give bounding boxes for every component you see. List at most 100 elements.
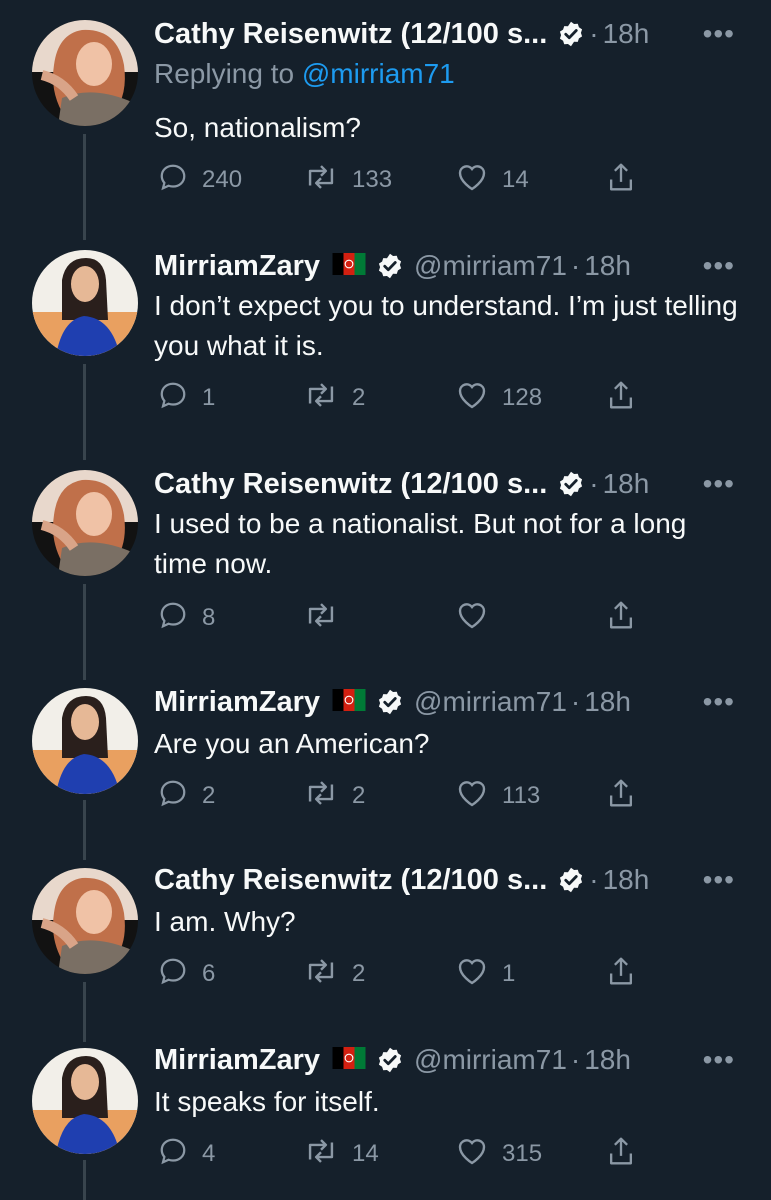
- tweet-actions: 6 2 1: [154, 954, 654, 994]
- heart-icon: [456, 956, 502, 993]
- tweet[interactable]: MirriamZary @mirriam71 · 18h ••• I don’t…: [0, 240, 771, 460]
- separator: ·: [589, 468, 599, 499]
- reply-button[interactable]: 4: [158, 1134, 215, 1174]
- retweet-count: 14: [352, 1140, 379, 1167]
- retweet-button[interactable]: [304, 598, 352, 638]
- heart-icon: [456, 380, 502, 417]
- share-button[interactable]: [606, 1134, 650, 1174]
- avatar[interactable]: [32, 470, 138, 576]
- like-button[interactable]: 1: [456, 954, 515, 994]
- display-name[interactable]: MirriamZary: [154, 686, 320, 719]
- reply-icon: [158, 380, 202, 417]
- tweet-header: MirriamZary @mirriam71 · 18h: [154, 246, 741, 286]
- verified-badge-icon: [376, 688, 404, 716]
- avatar[interactable]: [32, 20, 138, 126]
- share-button[interactable]: [606, 954, 650, 994]
- more-icon[interactable]: •••: [703, 864, 735, 896]
- timestamp[interactable]: 18h: [584, 686, 631, 718]
- verified-badge-icon: [376, 252, 404, 280]
- share-icon: [606, 1135, 650, 1174]
- reply-icon: [158, 1136, 202, 1173]
- display-name[interactable]: Cathy Reisenwitz (12/100 s...: [154, 18, 547, 51]
- tweet-actions: 2 2 113: [154, 776, 654, 816]
- retweet-button[interactable]: 2: [304, 954, 365, 994]
- tweet-text: I don’t expect you to understand. I’m ju…: [154, 290, 738, 361]
- avatar[interactable]: [32, 1048, 138, 1154]
- reply-button[interactable]: 1: [158, 378, 215, 418]
- reply-count: 1: [202, 384, 216, 411]
- display-name[interactable]: MirriamZary: [154, 250, 320, 283]
- like-button[interactable]: [456, 598, 502, 638]
- more-icon[interactable]: •••: [703, 18, 735, 50]
- like-button[interactable]: 14: [456, 160, 529, 200]
- retweet-button[interactable]: 133: [304, 160, 392, 200]
- more-icon[interactable]: •••: [703, 1044, 735, 1076]
- tweet-actions: 8: [154, 598, 654, 638]
- tweet-actions: 1 2 128: [154, 378, 654, 418]
- share-button[interactable]: [606, 776, 650, 816]
- more-icon[interactable]: •••: [703, 250, 735, 282]
- reply-count: 6: [202, 960, 216, 987]
- user-handle[interactable]: @mirriam71: [414, 250, 567, 282]
- display-name[interactable]: MirriamZary: [154, 1044, 320, 1077]
- like-button[interactable]: 315: [456, 1134, 542, 1174]
- reply-icon: [158, 162, 202, 199]
- like-button[interactable]: 128: [456, 378, 542, 418]
- like-button[interactable]: 113: [456, 776, 540, 816]
- avatar[interactable]: [32, 868, 138, 974]
- share-button[interactable]: [606, 160, 650, 200]
- display-name[interactable]: Cathy Reisenwitz (12/100 s...: [154, 468, 547, 501]
- verified-badge-icon: [557, 866, 585, 894]
- retweet-button[interactable]: 2: [304, 378, 365, 418]
- reply-button[interactable]: 240: [158, 160, 242, 200]
- reply-button[interactable]: 6: [158, 954, 215, 994]
- like-count: 14: [502, 166, 529, 193]
- like-count: 1: [502, 960, 516, 987]
- retweet-icon: [304, 956, 352, 993]
- share-icon: [606, 161, 650, 200]
- timestamp[interactable]: 18h: [584, 250, 631, 282]
- tweet[interactable]: MirriamZary @mirriam71 · 18h ••• Are you…: [0, 680, 771, 860]
- like-count: 315: [502, 1140, 543, 1167]
- separator: ·: [570, 250, 581, 281]
- tweet[interactable]: Cathy Reisenwitz (12/100 s... · 18h ••• …: [0, 860, 771, 1040]
- share-icon: [606, 379, 650, 418]
- timestamp[interactable]: 18h: [603, 864, 650, 896]
- display-name[interactable]: Cathy Reisenwitz (12/100 s...: [154, 864, 547, 897]
- retweet-button[interactable]: 2: [304, 776, 365, 816]
- more-icon[interactable]: •••: [703, 468, 735, 500]
- tweet[interactable]: Cathy Reisenwitz (12/100 s... · 18h ••• …: [0, 460, 771, 680]
- separator: ·: [589, 864, 599, 895]
- heart-icon: [456, 600, 502, 637]
- reply-count: 2: [202, 782, 216, 809]
- afghanistan-flag-icon: [332, 252, 366, 280]
- tweet-header: Cathy Reisenwitz (12/100 s... · 18h: [154, 860, 741, 900]
- share-button[interactable]: [606, 378, 650, 418]
- tweet[interactable]: MirriamZary @mirriam71 · 18h ••• It spea…: [0, 1040, 771, 1200]
- user-handle[interactable]: @mirriam71: [414, 686, 567, 718]
- retweet-icon: [304, 778, 352, 815]
- more-icon[interactable]: •••: [703, 686, 735, 718]
- timestamp[interactable]: 18h: [584, 1044, 631, 1076]
- user-handle[interactable]: @mirriam71: [414, 1044, 567, 1076]
- separator: ·: [589, 18, 599, 49]
- share-button[interactable]: [606, 598, 650, 638]
- retweet-count: 133: [352, 166, 393, 193]
- avatar[interactable]: [32, 250, 138, 356]
- avatar[interactable]: [32, 688, 138, 794]
- tweet-text: I am. Why?: [154, 906, 296, 937]
- retweet-icon: [304, 1136, 352, 1173]
- tweet[interactable]: Cathy Reisenwitz (12/100 s... · 18h ••• …: [0, 0, 771, 240]
- mention-link[interactable]: @mirriam71: [302, 58, 455, 89]
- retweet-button[interactable]: 14: [304, 1134, 379, 1174]
- reply-button[interactable]: 8: [158, 598, 215, 638]
- timestamp[interactable]: 18h: [603, 468, 650, 500]
- tweet-header: Cathy Reisenwitz (12/100 s... · 18h: [154, 14, 741, 54]
- timestamp[interactable]: 18h: [603, 18, 650, 50]
- verified-badge-icon: [376, 1046, 404, 1074]
- reply-icon: [158, 956, 202, 993]
- reply-count: 240: [202, 166, 243, 193]
- tweet-header: MirriamZary @mirriam71 · 18h: [154, 1040, 741, 1080]
- reply-button[interactable]: 2: [158, 776, 215, 816]
- like-count: 113: [502, 782, 541, 809]
